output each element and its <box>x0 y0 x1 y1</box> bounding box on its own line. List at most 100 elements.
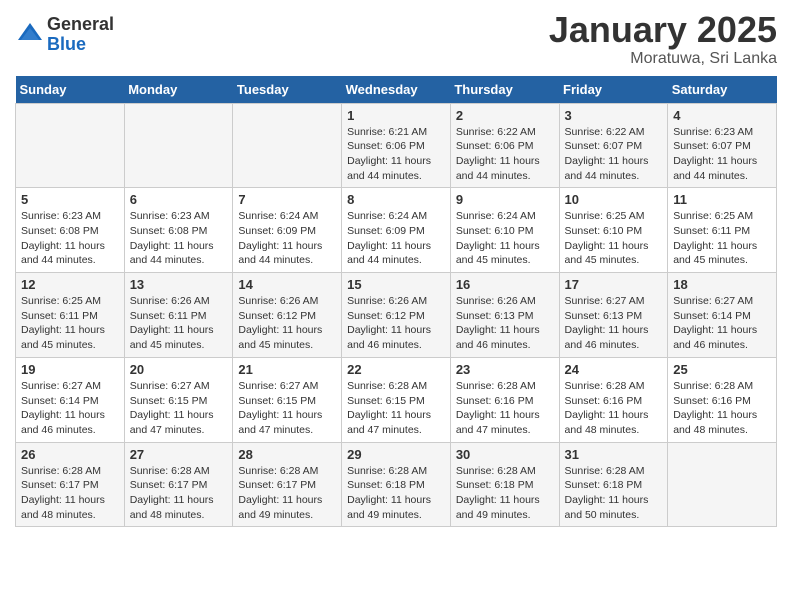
day-info: Sunrise: 6:24 AMSunset: 6:09 PMDaylight:… <box>238 209 336 268</box>
day-number: 4 <box>673 108 771 123</box>
header-wednesday: Wednesday <box>342 76 451 104</box>
day-number: 13 <box>130 277 228 292</box>
calendar-cell: 20 Sunrise: 6:27 AMSunset: 6:15 PMDayligh… <box>124 357 233 442</box>
calendar-cell: 17Sunrise: 6:27 AMSunset: 6:13 PMDayligh… <box>559 273 668 358</box>
calendar-cell: 24 Sunrise: 6:28 AMSunset: 6:16 PMDayligh… <box>559 357 668 442</box>
day-info: Sunrise: 6:28 AMSunset: 6:18 PMDaylight:… <box>347 464 445 523</box>
calendar-cell <box>233 103 342 188</box>
calendar-cell: 7 Sunrise: 6:24 AMSunset: 6:09 PMDaylight… <box>233 188 342 273</box>
calendar-title: January 2025 <box>549 10 777 50</box>
calendar-cell: 29 Sunrise: 6:28 AMSunset: 6:18 PMDayligh… <box>342 442 451 527</box>
calendar-cell: 4 Sunrise: 6:23 AMSunset: 6:07 PMDaylight… <box>668 103 777 188</box>
day-info: Sunrise: 6:28 AMSunset: 6:18 PMDaylight:… <box>565 464 663 523</box>
day-info: Sunrise: 6:22 AMSunset: 6:06 PMDaylight:… <box>456 125 554 184</box>
day-number: 14 <box>238 277 336 292</box>
day-number: 19 <box>21 362 119 377</box>
day-number: 2 <box>456 108 554 123</box>
day-number: 24 <box>565 362 663 377</box>
calendar-cell: 15 Sunrise: 6:26 AMSunset: 6:12 PMDayligh… <box>342 273 451 358</box>
week-row-5: 26Sunrise: 6:28 AMSunset: 6:17 PMDayligh… <box>16 442 777 527</box>
calendar-cell: 23Sunrise: 6:28 AMSunset: 6:16 PMDayligh… <box>450 357 559 442</box>
day-info: Sunrise: 6:25 AMSunset: 6:11 PMDaylight:… <box>673 209 771 268</box>
day-info: Sunrise: 6:28 AMSunset: 6:16 PMDaylight:… <box>673 379 771 438</box>
title-block: January 2025 Moratuwa, Sri Lanka <box>549 10 777 68</box>
day-info: Sunrise: 6:23 AMSunset: 6:08 PMDaylight:… <box>21 209 119 268</box>
calendar-cell: 31 Sunrise: 6:28 AMSunset: 6:18 PMDayligh… <box>559 442 668 527</box>
day-info: Sunrise: 6:27 AMSunset: 6:14 PMDaylight:… <box>673 294 771 353</box>
day-info: Sunrise: 6:28 AMSunset: 6:16 PMDaylight:… <box>456 379 554 438</box>
day-number: 12 <box>21 277 119 292</box>
calendar-cell: 30 Sunrise: 6:28 AMSunset: 6:18 PMDayligh… <box>450 442 559 527</box>
day-info: Sunrise: 6:28 AMSunset: 6:18 PMDaylight:… <box>456 464 554 523</box>
calendar-cell: 13 Sunrise: 6:26 AMSunset: 6:11 PMDayligh… <box>124 273 233 358</box>
day-info: Sunrise: 6:25 AMSunset: 6:10 PMDaylight:… <box>565 209 663 268</box>
calendar-cell: 27Sunrise: 6:28 AMSunset: 6:17 PMDayligh… <box>124 442 233 527</box>
day-info: Sunrise: 6:26 AMSunset: 6:12 PMDaylight:… <box>347 294 445 353</box>
day-number: 15 <box>347 277 445 292</box>
page-header: General Blue January 2025 Moratuwa, Sri … <box>15 10 777 68</box>
day-info: Sunrise: 6:28 AMSunset: 6:17 PMDaylight:… <box>238 464 336 523</box>
day-number: 31 <box>565 447 663 462</box>
header-saturday: Saturday <box>668 76 777 104</box>
calendar-cell: 11 Sunrise: 6:25 AMSunset: 6:11 PMDayligh… <box>668 188 777 273</box>
calendar-cell: 19 Sunrise: 6:27 AMSunset: 6:14 PMDayligh… <box>16 357 125 442</box>
day-number: 11 <box>673 192 771 207</box>
day-info: Sunrise: 6:26 AMSunset: 6:11 PMDaylight:… <box>130 294 228 353</box>
logo-text: General Blue <box>47 15 114 55</box>
header-friday: Friday <box>559 76 668 104</box>
day-info: Sunrise: 6:23 AMSunset: 6:08 PMDaylight:… <box>130 209 228 268</box>
day-number: 27 <box>130 447 228 462</box>
calendar-cell <box>668 442 777 527</box>
day-number: 9 <box>456 192 554 207</box>
day-info: Sunrise: 6:21 AMSunset: 6:06 PMDaylight:… <box>347 125 445 184</box>
day-number: 3 <box>565 108 663 123</box>
calendar-cell: 18Sunrise: 6:27 AMSunset: 6:14 PMDayligh… <box>668 273 777 358</box>
calendar-cell: 25 Sunrise: 6:28 AMSunset: 6:16 PMDayligh… <box>668 357 777 442</box>
day-info: Sunrise: 6:27 AMSunset: 6:15 PMDaylight:… <box>238 379 336 438</box>
day-number: 7 <box>238 192 336 207</box>
day-number: 8 <box>347 192 445 207</box>
calendar-cell: 5 Sunrise: 6:23 AMSunset: 6:08 PMDaylight… <box>16 188 125 273</box>
calendar-cell: 9Sunrise: 6:24 AMSunset: 6:10 PMDaylight… <box>450 188 559 273</box>
day-number: 29 <box>347 447 445 462</box>
day-info: Sunrise: 6:28 AMSunset: 6:16 PMDaylight:… <box>565 379 663 438</box>
calendar-cell: 8 Sunrise: 6:24 AMSunset: 6:09 PMDaylight… <box>342 188 451 273</box>
day-number: 20 <box>130 362 228 377</box>
calendar-cell: 1Sunrise: 6:21 AMSunset: 6:06 PMDaylight… <box>342 103 451 188</box>
calendar-cell: 2 Sunrise: 6:22 AMSunset: 6:06 PMDaylight… <box>450 103 559 188</box>
day-info: Sunrise: 6:27 AMSunset: 6:14 PMDaylight:… <box>21 379 119 438</box>
calendar-cell: 12 Sunrise: 6:25 AMSunset: 6:11 PMDayligh… <box>16 273 125 358</box>
day-info: Sunrise: 6:27 AMSunset: 6:15 PMDaylight:… <box>130 379 228 438</box>
logo-icon <box>15 20 45 50</box>
day-info: Sunrise: 6:28 AMSunset: 6:17 PMDaylight:… <box>21 464 119 523</box>
calendar-cell: 26Sunrise: 6:28 AMSunset: 6:17 PMDayligh… <box>16 442 125 527</box>
day-number: 30 <box>456 447 554 462</box>
calendar-cell: 28Sunrise: 6:28 AMSunset: 6:17 PMDayligh… <box>233 442 342 527</box>
day-number: 22 <box>347 362 445 377</box>
day-number: 21 <box>238 362 336 377</box>
logo-blue: Blue <box>47 35 114 55</box>
calendar-cell: 6 Sunrise: 6:23 AMSunset: 6:08 PMDaylight… <box>124 188 233 273</box>
day-info: Sunrise: 6:23 AMSunset: 6:07 PMDaylight:… <box>673 125 771 184</box>
calendar-cell: 22 Sunrise: 6:28 AMSunset: 6:15 PMDayligh… <box>342 357 451 442</box>
week-row-1: 1Sunrise: 6:21 AMSunset: 6:06 PMDaylight… <box>16 103 777 188</box>
calendar-cell: 21 Sunrise: 6:27 AMSunset: 6:15 PMDayligh… <box>233 357 342 442</box>
day-info: Sunrise: 6:24 AMSunset: 6:09 PMDaylight:… <box>347 209 445 268</box>
logo: General Blue <box>15 15 114 55</box>
day-info: Sunrise: 6:26 AMSunset: 6:13 PMDaylight:… <box>456 294 554 353</box>
day-number: 6 <box>130 192 228 207</box>
day-info: Sunrise: 6:22 AMSunset: 6:07 PMDaylight:… <box>565 125 663 184</box>
day-number: 25 <box>673 362 771 377</box>
header-sunday: Sunday <box>16 76 125 104</box>
day-number: 10 <box>565 192 663 207</box>
day-info: Sunrise: 6:28 AMSunset: 6:15 PMDaylight:… <box>347 379 445 438</box>
calendar-table: SundayMondayTuesdayWednesdayThursdayFrid… <box>15 76 777 528</box>
week-row-4: 19 Sunrise: 6:27 AMSunset: 6:14 PMDayligh… <box>16 357 777 442</box>
calendar-subtitle: Moratuwa, Sri Lanka <box>549 50 777 68</box>
calendar-cell: 3 Sunrise: 6:22 AMSunset: 6:07 PMDaylight… <box>559 103 668 188</box>
calendar-cell: 16Sunrise: 6:26 AMSunset: 6:13 PMDayligh… <box>450 273 559 358</box>
week-row-2: 5 Sunrise: 6:23 AMSunset: 6:08 PMDaylight… <box>16 188 777 273</box>
day-info: Sunrise: 6:27 AMSunset: 6:13 PMDaylight:… <box>565 294 663 353</box>
day-number: 5 <box>21 192 119 207</box>
day-info: Sunrise: 6:25 AMSunset: 6:11 PMDaylight:… <box>21 294 119 353</box>
